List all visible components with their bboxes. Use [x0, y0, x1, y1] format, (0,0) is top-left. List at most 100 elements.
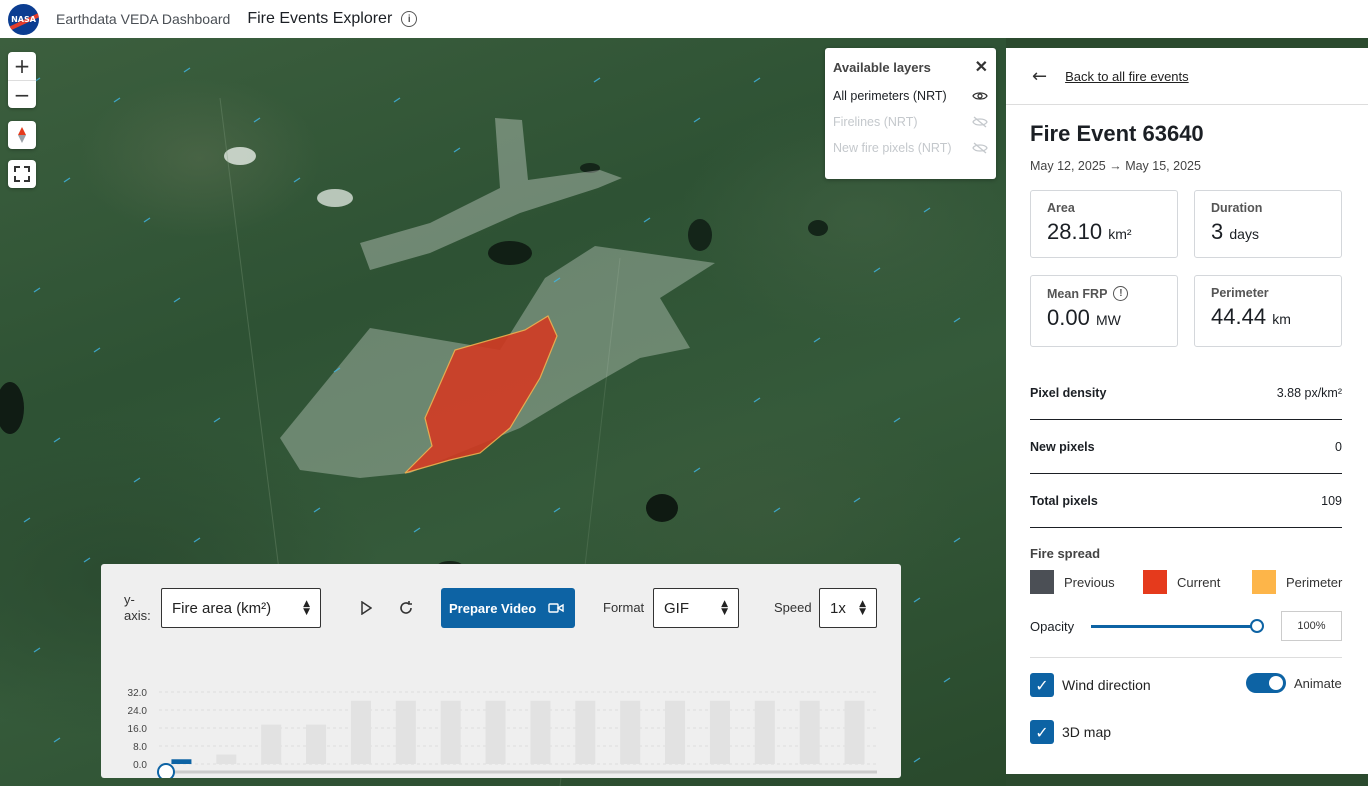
page-title: Fire Events Explorer	[247, 10, 393, 27]
chart-bar	[485, 700, 506, 764]
compass-button[interactable]	[8, 121, 36, 149]
play-icon	[361, 601, 372, 615]
fire-event-panel: ← Back to all fire events Fire Event 636…	[1006, 48, 1368, 774]
chart-bar	[709, 700, 730, 764]
eye-off-icon[interactable]	[972, 142, 988, 154]
event-dates: May 12, 2025 → May 15, 2025	[1030, 159, 1201, 173]
select-arrows-icon: ▲ ▼	[303, 599, 310, 617]
fire-spread-title: Fire spread	[1030, 546, 1101, 561]
fullscreen-icon	[14, 166, 30, 182]
opacity-row: Opacity 100%	[1030, 611, 1342, 641]
layers-title: Available layers	[833, 59, 931, 75]
stat-duration: Duration 3 days	[1194, 190, 1342, 258]
video-camera-icon	[548, 603, 564, 613]
layer-label: New fire pixels (NRT)	[833, 141, 952, 155]
y-tick-label: 32.0	[128, 688, 148, 699]
3d-map-label: 3D map	[1062, 724, 1112, 740]
animate-toggle[interactable]	[1246, 673, 1286, 693]
chart-bar	[261, 724, 282, 764]
select-arrows-icon: ▲ ▼	[859, 599, 866, 617]
fire-area-chart: 32.024.016.08.00.000:00 May 1200:00 May …	[101, 684, 901, 786]
top-bar: NASA Earthdata VEDA Dashboard Fire Event…	[0, 0, 1368, 38]
stat-perimeter: Perimeter 44.44 km	[1194, 275, 1342, 347]
back-to-events-link[interactable]: Back to all fire events	[1065, 69, 1189, 84]
yaxis-select[interactable]: Fire area (km²) ▲ ▼	[161, 588, 321, 628]
row-pixel-density: Pixel density 3.88 px/km²	[1030, 366, 1342, 420]
app-name-link[interactable]: Earthdata VEDA Dashboard	[56, 11, 230, 27]
timeline-panel: y- axis: Fire area (km²) ▲ ▼ Prepare Vide…	[101, 564, 901, 786]
nasa-logo[interactable]: NASA	[8, 3, 39, 35]
back-arrow-icon[interactable]: ←	[1032, 66, 1047, 87]
legend-current: Current	[1143, 570, 1220, 594]
3d-map-checkbox[interactable]: ✓	[1030, 720, 1054, 744]
fullscreen-button[interactable]	[8, 160, 36, 188]
stat-area: Area 28.10 km²	[1030, 190, 1178, 258]
event-title: Fire Event 63640	[1030, 121, 1204, 146]
y-tick-label: 16.0	[128, 724, 148, 735]
legend-previous: Previous	[1030, 570, 1115, 594]
chart-bar	[395, 700, 416, 764]
select-arrows-icon: ▲ ▼	[721, 599, 728, 617]
map-canvas[interactable]: + − Available layers ✕ All perimeters (N…	[0, 38, 1006, 786]
opacity-slider-track[interactable]	[1091, 625, 1257, 628]
chart-svg: 32.024.016.08.00.000:00 May 1200:00 May …	[128, 688, 877, 786]
chart-bar	[530, 700, 551, 764]
wind-direction-checkbox[interactable]: ✓	[1030, 673, 1054, 697]
chart-bar	[799, 700, 820, 764]
layers-panel: Available layers ✕ All perimeters (NRT) …	[825, 48, 996, 179]
chart-bar	[306, 724, 327, 764]
wind-direction-label: Wind direction	[1062, 677, 1151, 693]
legend-swatch	[1252, 570, 1276, 594]
opacity-input[interactable]: 100%	[1281, 611, 1342, 641]
chart-bar	[575, 700, 596, 764]
compass-icon	[18, 127, 26, 143]
wind-direction-row: ✓ Wind direction	[1030, 673, 1151, 697]
speed-select[interactable]: 1x ▲ ▼	[819, 588, 877, 628]
legend-swatch	[1030, 570, 1054, 594]
legend-swatch	[1143, 570, 1167, 594]
opacity-label: Opacity	[1030, 618, 1075, 634]
speed-label: Speed	[774, 600, 812, 615]
stat-mean-frp: Mean FRP! 0.00 MW	[1030, 275, 1178, 347]
refresh-icon	[400, 601, 412, 614]
eye-off-icon[interactable]	[972, 116, 988, 128]
chart-bar	[216, 754, 237, 764]
chart-bar	[844, 700, 865, 764]
prepare-video-button[interactable]: Prepare Video	[441, 588, 575, 628]
layer-item-new-fire-pixels[interactable]: New fire pixels (NRT)	[833, 141, 988, 155]
chart-bar	[754, 700, 775, 764]
play-button[interactable]	[356, 598, 376, 618]
close-icon[interactable]: ✕	[975, 57, 988, 77]
y-tick-label: 24.0	[128, 706, 148, 717]
timeline-scrubber-handle[interactable]	[157, 763, 175, 781]
chart-bar-selected	[171, 759, 192, 764]
reset-button[interactable]	[396, 598, 416, 618]
info-icon[interactable]: i	[401, 11, 418, 27]
chart-bar	[665, 700, 686, 764]
chart-bar	[620, 700, 641, 764]
zoom-out-button[interactable]: −	[8, 80, 36, 108]
3d-map-row: ✓ 3D map	[1030, 720, 1111, 744]
layer-item-all-perimeters[interactable]: All perimeters (NRT)	[833, 89, 988, 103]
animate-row: Animate	[1246, 673, 1342, 693]
divider	[1030, 657, 1342, 658]
eye-icon[interactable]	[972, 90, 988, 102]
row-new-pixels: New pixels 0	[1030, 420, 1342, 474]
yaxis-label: y- axis:	[124, 592, 151, 623]
layer-label: Firelines (NRT)	[833, 115, 918, 129]
y-tick-label: 8.0	[133, 742, 147, 753]
opacity-slider-handle[interactable]	[1250, 619, 1264, 633]
y-tick-label: 0.0	[133, 760, 147, 771]
row-total-pixels: Total pixels 109	[1030, 474, 1342, 528]
chart-bar	[350, 700, 371, 764]
legend-perimeter: Perimeter	[1252, 570, 1342, 594]
zoom-controls: + −	[8, 52, 36, 108]
format-label: Format	[603, 600, 645, 615]
info-icon[interactable]: !	[1113, 286, 1129, 301]
chart-bar	[440, 700, 461, 764]
animate-label: Animate	[1294, 675, 1342, 691]
layer-item-firelines[interactable]: Firelines (NRT)	[833, 115, 988, 129]
layer-label: All perimeters (NRT)	[833, 89, 947, 103]
format-select[interactable]: GIF ▲ ▼	[653, 588, 739, 628]
zoom-in-button[interactable]: +	[8, 52, 36, 80]
